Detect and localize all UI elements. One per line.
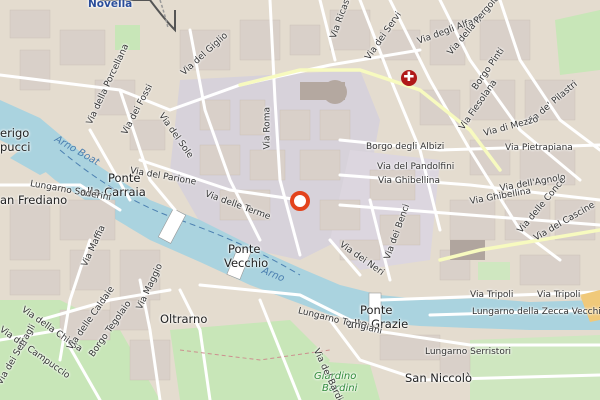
label-street: Via Tripoli [537, 290, 581, 300]
label-district-oltrarno: Oltrarno [160, 312, 208, 326]
map-canvas[interactable]: ✚ Novella erigo pucci an Frediano Oltrar… [0, 0, 600, 400]
label-street: Via Roma [262, 107, 273, 150]
label-street: Lungarno della Zecca Vecchia [472, 307, 600, 317]
label-district-san-frediano: an Frediano [0, 193, 68, 207]
label-street: Borgo degli Albizi [366, 142, 445, 152]
label-bridge-grazie-1: Ponte [360, 303, 393, 317]
label-bridge-vecchio-2: Vecchio [224, 256, 269, 270]
label-district-novella: Novella [88, 0, 133, 10]
location-pin-icon[interactable] [290, 191, 310, 211]
label-street: Via Ghibellina [378, 176, 440, 186]
label-street: Via del Pandolfini [377, 162, 455, 172]
duomo-dome [323, 80, 347, 104]
label-district-ognissanti-2: pucci [0, 140, 31, 154]
label-district-ognissanti-1: erigo [0, 126, 30, 140]
hospital-cross-icon[interactable]: ✚ [401, 70, 417, 86]
label-street: Lungarno Serristori [425, 347, 512, 357]
park-small-2 [478, 262, 510, 280]
label-street: Via Tripoli [470, 290, 514, 300]
label-district-san-niccolo: San Niccolò [405, 371, 473, 385]
label-street: Via Pietrapiana [505, 143, 573, 153]
label-bridge-vecchio-1: Ponte [228, 242, 261, 256]
park-northeast [555, 10, 600, 75]
